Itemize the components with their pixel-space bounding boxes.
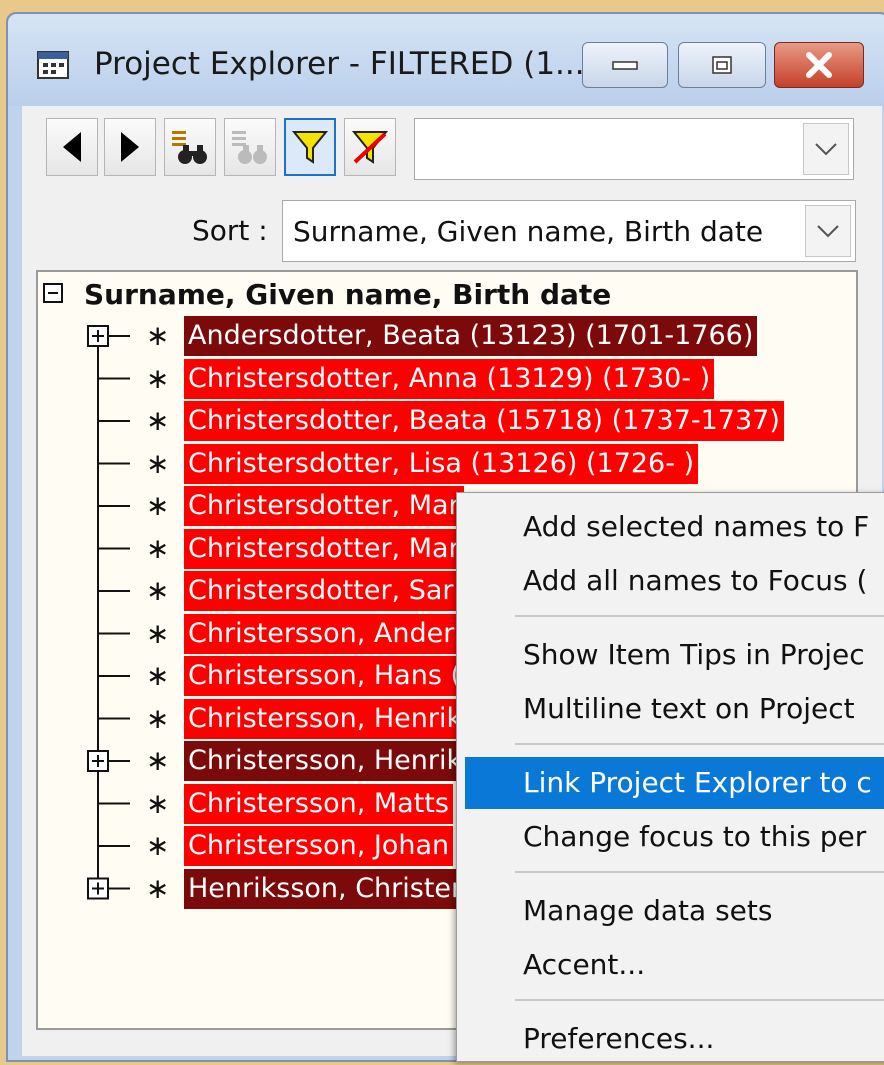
person-marker-icon: ∗ xyxy=(146,744,170,777)
context-menu-item[interactable]: Change focus to this per xyxy=(465,811,884,863)
person-marker-icon: ∗ xyxy=(146,361,170,395)
person-marker-icon: ∗ xyxy=(146,829,170,862)
filter-dropdown-button[interactable] xyxy=(803,123,849,175)
tree-item[interactable]: Christersdotter, Sar xyxy=(184,571,458,611)
context-menu-item[interactable]: Manage data sets xyxy=(465,885,884,937)
context-menu-item[interactable]: Show Item Tips in Projec xyxy=(465,629,884,681)
close-icon xyxy=(806,52,832,78)
filter-combobox[interactable] xyxy=(414,118,854,180)
tree-item[interactable]: Andersdotter, Beata (13123) (1701-1766) xyxy=(184,316,758,356)
minimize-icon xyxy=(612,61,638,70)
context-menu-item[interactable]: Preferences... xyxy=(465,1013,884,1065)
person-marker-icon: ∗ xyxy=(146,871,170,905)
menu-separator xyxy=(515,743,884,745)
minimize-button[interactable] xyxy=(582,42,668,88)
binoculars-icon xyxy=(172,131,207,164)
tree-item[interactable]: Henriksson, Christer xyxy=(184,868,467,909)
context-menu-item[interactable]: Multiline text on Project xyxy=(465,683,884,735)
tree-item[interactable]: Christersdotter, Lisa (13126) (1726- ) xyxy=(184,443,699,484)
find-button[interactable] xyxy=(164,118,216,176)
context-menu-item[interactable]: Add selected names to F xyxy=(465,501,884,553)
binoculars-disabled-icon xyxy=(232,131,267,164)
maximize-button[interactable] xyxy=(678,42,766,88)
tree-root-collapse-icon[interactable] xyxy=(43,283,63,303)
person-marker-icon: ∗ xyxy=(146,786,170,820)
tree-expand-icon[interactable] xyxy=(87,750,109,772)
chevron-down-icon xyxy=(817,225,839,238)
context-menu-item[interactable]: Link Project Explorer to c xyxy=(465,757,884,809)
window-title: Project Explorer - FILTERED (1... xyxy=(94,46,585,82)
person-marker-icon: ∗ xyxy=(146,701,170,735)
menu-separator xyxy=(515,615,884,617)
tree-expand-icon[interactable] xyxy=(87,877,109,900)
tree-item[interactable]: Christersson, Matts xyxy=(184,783,453,824)
tree-item[interactable]: Christersson, Henrik xyxy=(184,741,467,781)
context-menu-item[interactable]: Add all names to Focus ( xyxy=(465,555,884,607)
arrow-right-icon xyxy=(121,132,139,162)
sort-combobox[interactable]: Surname, Given name, Birth date xyxy=(282,200,856,262)
title-bar[interactable]: Project Explorer - FILTERED (1... xyxy=(8,14,884,106)
forward-button[interactable] xyxy=(104,118,156,176)
tree-item[interactable]: Christersson, Hans ( xyxy=(184,656,466,696)
person-marker-icon: ∗ xyxy=(146,489,170,522)
back-button[interactable] xyxy=(46,118,98,176)
funnel-clear-icon xyxy=(351,131,389,164)
clear-filter-button[interactable] xyxy=(344,118,396,176)
tree-item[interactable]: Christersdotter, Mar xyxy=(184,528,464,569)
person-marker-icon: ∗ xyxy=(146,404,170,437)
tree-expand-icon[interactable] xyxy=(87,325,109,347)
context-menu: Add selected names to F Add all names to … xyxy=(456,492,884,1062)
person-marker-icon: ∗ xyxy=(146,659,170,692)
tree-item[interactable]: Christersdotter, Anna (13129) (1730- ) xyxy=(184,358,715,399)
calendar-app-icon xyxy=(37,51,69,79)
close-button[interactable] xyxy=(774,42,864,88)
sort-label: Sort : xyxy=(192,214,268,247)
tree-item[interactable]: Christersson, Ander xyxy=(184,613,459,654)
tree-item[interactable]: Christersdotter, Mar xyxy=(184,486,464,526)
sort-combobox-value: Surname, Given name, Birth date xyxy=(293,215,764,248)
context-menu-item[interactable]: Accent... xyxy=(465,939,884,991)
find-next-button[interactable] xyxy=(224,118,276,176)
person-marker-icon: ∗ xyxy=(146,446,170,480)
tree-item[interactable]: Christersson, Johan xyxy=(184,826,454,866)
person-marker-icon: ∗ xyxy=(146,319,170,352)
menu-separator xyxy=(515,871,884,873)
maximize-icon xyxy=(712,56,732,74)
sort-dropdown-button[interactable] xyxy=(805,205,851,257)
person-marker-icon: ∗ xyxy=(146,616,170,650)
tree-root-label[interactable]: Surname, Given name, Birth date xyxy=(84,278,611,311)
funnel-icon xyxy=(291,131,329,164)
tree-item[interactable]: Christersdotter, Beata (15718) (1737-173… xyxy=(184,401,784,441)
arrow-left-icon xyxy=(63,132,81,162)
tree-item[interactable]: Christersson, Henrik xyxy=(184,698,467,739)
person-marker-icon: ∗ xyxy=(146,574,170,607)
menu-separator xyxy=(515,999,884,1001)
person-marker-icon: ∗ xyxy=(146,531,170,565)
filter-button[interactable] xyxy=(284,118,336,176)
chevron-down-icon xyxy=(815,143,837,156)
